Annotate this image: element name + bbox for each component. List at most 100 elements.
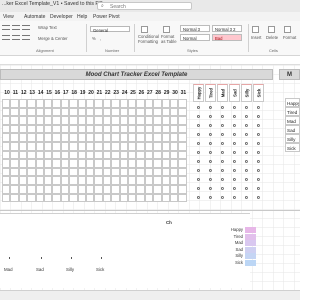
calendar-cell[interactable]	[69, 159, 78, 168]
calendar-cell[interactable]	[111, 107, 120, 117]
calendar-cell[interactable]	[44, 142, 53, 151]
calendar-cell[interactable]	[144, 150, 154, 160]
calendar-cell[interactable]	[170, 176, 179, 185]
calendar-cell[interactable]	[44, 193, 53, 203]
calendar-cell[interactable]	[52, 176, 61, 185]
align-right-icon[interactable]	[22, 35, 30, 40]
calendar-cell[interactable]	[153, 150, 162, 160]
calendar-cell[interactable]	[35, 159, 44, 168]
calendar-cell[interactable]	[2, 116, 11, 125]
calendar-cell[interactable]	[178, 133, 187, 142]
calendar-cell[interactable]	[128, 150, 137, 160]
calendar-cell[interactable]	[153, 99, 162, 108]
calendar-cell[interactable]	[170, 193, 179, 203]
calendar-cell[interactable]	[18, 167, 28, 177]
calendar-cell[interactable]	[153, 176, 162, 185]
calendar-cell[interactable]	[153, 167, 162, 177]
calendar-cell[interactable]	[161, 176, 170, 185]
align-center-icon[interactable]	[12, 35, 20, 40]
calendar-cell[interactable]	[144, 193, 154, 203]
calendar-cell[interactable]	[178, 116, 187, 125]
calendar-cell[interactable]	[161, 150, 170, 160]
calendar-cell[interactable]	[10, 176, 19, 185]
calendar-cell[interactable]	[111, 167, 120, 177]
calendar-cell[interactable]	[119, 116, 128, 125]
calendar-cell[interactable]	[60, 107, 70, 117]
calendar-cell[interactable]	[128, 107, 137, 117]
calendar-cell[interactable]	[60, 99, 70, 108]
formula-bar[interactable]	[0, 56, 300, 65]
calendar-cell[interactable]	[128, 185, 137, 194]
calendar-cell[interactable]	[52, 150, 61, 160]
calendar-cell[interactable]	[44, 167, 53, 177]
calendar-cell[interactable]	[111, 193, 120, 203]
calendar-cell[interactable]	[102, 167, 112, 177]
calendar-cell[interactable]	[119, 99, 128, 108]
mood-list-item[interactable]: Sick	[285, 143, 300, 152]
calendar-cell[interactable]	[18, 116, 28, 125]
calendar-cell[interactable]	[119, 107, 128, 117]
calendar-cell[interactable]	[77, 185, 86, 194]
calendar-cell[interactable]	[128, 176, 137, 185]
calendar-cell[interactable]	[86, 107, 95, 117]
calendar-cell[interactable]	[86, 176, 95, 185]
calendar-cell[interactable]	[2, 193, 11, 203]
calendar-cell[interactable]	[178, 142, 187, 151]
calendar-cell[interactable]	[77, 159, 86, 168]
calendar-cell[interactable]	[69, 193, 78, 203]
calendar-cell[interactable]	[44, 107, 53, 117]
calendar-cell[interactable]	[94, 159, 103, 168]
calendar-cell[interactable]	[128, 159, 137, 168]
calendar-cell[interactable]	[35, 107, 44, 117]
calendar-cell[interactable]	[119, 150, 128, 160]
calendar-cell[interactable]	[94, 167, 103, 177]
calendar-cell[interactable]	[153, 159, 162, 168]
calendar-cell[interactable]	[52, 124, 61, 134]
calendar-cell[interactable]	[2, 133, 11, 142]
style-normal-3[interactable]: Normal 3	[180, 25, 210, 32]
calendar-cell[interactable]	[10, 142, 19, 151]
calendar-cell[interactable]	[86, 99, 95, 108]
calendar-cell[interactable]	[119, 176, 128, 185]
calendar-cell[interactable]	[94, 185, 103, 194]
calendar-cell[interactable]	[35, 167, 44, 177]
calendar-cell[interactable]	[10, 107, 19, 117]
calendar-cell[interactable]	[86, 159, 95, 168]
calendar-cell[interactable]	[44, 124, 53, 134]
calendar-cell[interactable]	[128, 133, 137, 142]
align-middle-icon[interactable]	[12, 25, 20, 30]
tab-help[interactable]: Help	[77, 14, 87, 20]
calendar-cell[interactable]	[170, 124, 179, 134]
calendar-cell[interactable]	[178, 99, 187, 108]
calendar-cell[interactable]	[136, 185, 145, 194]
calendar-cell[interactable]	[102, 193, 112, 203]
calendar-cell[interactable]	[119, 133, 128, 142]
worksheet[interactable]: Mood Chart Tracker Excel Template M 10 11…	[0, 65, 300, 290]
tab-power-pivot[interactable]: Power Pivot	[93, 14, 120, 20]
mood-chart[interactable]: Ch Mad Sad Silly Sick Happy Tired Mad Sad Silly…	[0, 213, 256, 288]
wrap-text-button[interactable]: Wrap Text	[38, 25, 57, 30]
calendar-cell[interactable]	[161, 193, 170, 203]
calendar-cell[interactable]	[60, 142, 70, 151]
calendar-cell[interactable]	[77, 150, 86, 160]
calendar-cell[interactable]	[161, 159, 170, 168]
calendar-cell[interactable]	[178, 150, 187, 160]
calendar-cell[interactable]	[102, 99, 112, 108]
style-normal[interactable]: Normal	[180, 34, 210, 41]
align-bottom-icon[interactable]	[22, 25, 30, 30]
mood-list-item[interactable]: Silly	[285, 134, 300, 143]
calendar-cell[interactable]	[111, 99, 120, 108]
calendar-cell[interactable]	[10, 116, 19, 125]
calendar-cell[interactable]	[27, 99, 36, 108]
calendar-cell[interactable]	[153, 133, 162, 142]
calendar-cell[interactable]	[60, 133, 70, 142]
style-bad[interactable]: Bad	[212, 34, 242, 41]
percent-button[interactable]: %	[92, 36, 96, 41]
calendar-cell[interactable]	[161, 142, 170, 151]
number-format-dropdown[interactable]: General	[90, 26, 130, 33]
calendar-cell[interactable]	[136, 193, 145, 203]
calendar-cell[interactable]	[35, 193, 44, 203]
calendar-cell[interactable]	[52, 142, 61, 151]
search-box[interactable]: ⌕ Search	[97, 1, 192, 10]
calendar-cell[interactable]	[153, 107, 162, 117]
